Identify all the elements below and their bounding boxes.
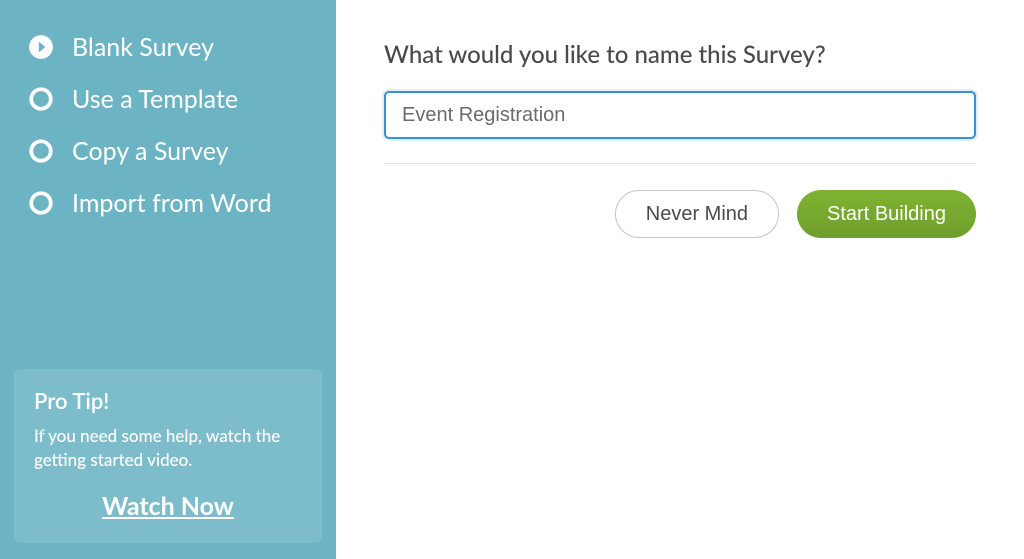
start-building-button[interactable]: Start Building [797,190,976,238]
radio-unselected-icon [28,138,54,164]
sidebar-option-label: Import from Word [72,188,271,218]
radio-unselected-icon [28,86,54,112]
sidebar-option-blank-survey[interactable]: Blank Survey [28,32,312,62]
pro-tip-title: Pro Tip! [34,387,302,414]
survey-name-prompt: What would you like to name this Survey? [384,40,976,69]
main-panel: What would you like to name this Survey?… [336,0,1024,559]
sidebar: Blank Survey Use a Template Copy a Surve… [0,0,336,559]
divider [384,163,976,164]
sidebar-option-use-template[interactable]: Use a Template [28,84,312,114]
watch-now-link[interactable]: Watch Now [34,491,302,521]
cancel-button[interactable]: Never Mind [615,190,779,238]
arrow-right-circle-icon [28,34,54,60]
pro-tip-body: If you need some help, watch the getting… [34,424,302,473]
pro-tip-box: Pro Tip! If you need some help, watch th… [14,369,322,543]
radio-unselected-icon [28,190,54,216]
action-row: Never Mind Start Building [384,190,976,238]
sidebar-option-label: Use a Template [72,84,238,114]
sidebar-option-copy-survey[interactable]: Copy a Survey [28,136,312,166]
survey-name-input[interactable] [384,91,976,139]
sidebar-option-import-word[interactable]: Import from Word [28,188,312,218]
sidebar-option-label: Copy a Survey [72,136,228,166]
sidebar-option-label: Blank Survey [72,32,214,62]
